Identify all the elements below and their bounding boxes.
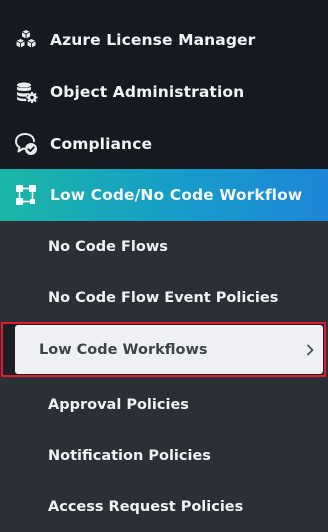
sidebar-item-object-administration[interactable]: Object Administration	[0, 66, 328, 118]
submenu-item-label: No Code Flows	[48, 238, 168, 255]
submenu-item-label: Approval Policies	[48, 396, 189, 413]
submenu-item-no-code-flow-event-policies[interactable]: No Code Flow Event Policies	[0, 272, 328, 323]
sidebar-item-label: Azure License Manager	[50, 31, 256, 49]
chat-check-icon	[13, 131, 39, 157]
chevron-right-icon	[307, 344, 314, 355]
sidebar-item-label: Low Code/No Code Workflow	[50, 186, 303, 204]
submenu-item-label: Notification Policies	[48, 447, 211, 464]
submenu-item-approval-policies[interactable]: Approval Policies	[0, 379, 328, 430]
submenu-item-no-code-flows[interactable]: No Code Flows	[0, 221, 328, 272]
sidebar-item-label: Object Administration	[50, 83, 245, 101]
sidebar-item-low-code-no-code-workflow[interactable]: Low Code/No Code Workflow	[0, 169, 328, 221]
cubes-icon	[13, 27, 39, 53]
sidebar-item-label: Compliance	[50, 135, 153, 153]
submenu-item-low-code-workflows[interactable]: Low Code Workflows	[15, 325, 323, 374]
submenu-item-label: Access Request Policies	[48, 498, 244, 515]
submenu-item-label: Low Code Workflows	[39, 341, 208, 358]
sidebar-item-azure-license-manager[interactable]: Azure License Manager	[0, 14, 328, 66]
submenu-item-notification-policies[interactable]: Notification Policies	[0, 430, 328, 481]
workflow-nodes-icon	[13, 182, 39, 208]
submenu-item-label: No Code Flow Event Policies	[48, 289, 279, 306]
sidebar-item-compliance[interactable]: Compliance	[0, 118, 328, 170]
database-gear-icon	[13, 79, 39, 105]
submenu-item-access-request-policies[interactable]: Access Request Policies	[0, 481, 328, 532]
